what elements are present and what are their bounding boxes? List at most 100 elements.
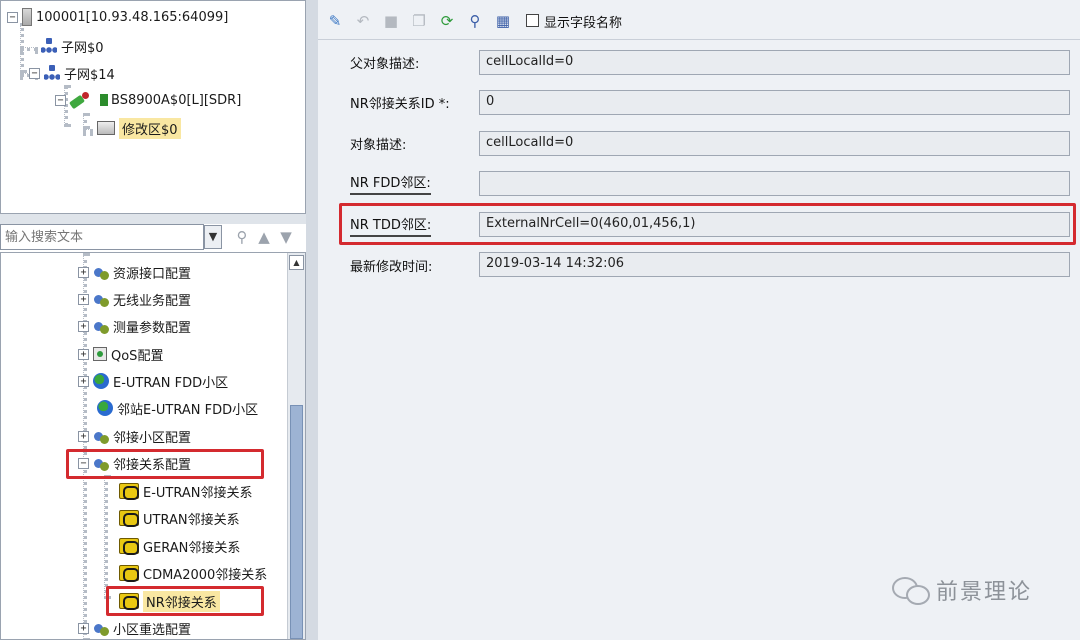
config-tree-scrollbar[interactable]: ▲	[287, 253, 305, 639]
copy-icon[interactable]: ❐	[410, 12, 428, 30]
undo-icon[interactable]: ↶	[354, 12, 372, 30]
form-icon	[97, 121, 115, 135]
neighbor-relation-icon	[119, 538, 139, 555]
neighbor-relation-icon	[119, 483, 139, 500]
nr-fdd-label: NR FDD邻区:	[350, 172, 431, 195]
base-station-icon	[70, 92, 96, 108]
tree-node-label: BS8900A$0[L][SDR]	[111, 92, 242, 108]
tree-item-label: QoS配置	[111, 348, 164, 364]
collapse-icon[interactable]: −	[55, 94, 66, 106]
refresh-icon[interactable]: ⟳	[438, 12, 456, 30]
server-icon	[22, 8, 32, 26]
expand-icon[interactable]: +	[78, 320, 89, 332]
edit-icon[interactable]: ✎	[326, 12, 344, 30]
tree-item-label: 无线业务配置	[113, 293, 192, 309]
status-flag-icon	[100, 94, 108, 106]
arrow-up-icon[interactable]: ▲	[254, 226, 274, 248]
config-icon	[93, 264, 109, 280]
watermark: 前景理论	[892, 574, 1032, 606]
config-icon	[93, 620, 109, 636]
qos-icon	[93, 347, 107, 361]
expand-icon[interactable]: +	[78, 348, 89, 360]
neighbor-relation-icon	[119, 510, 139, 527]
globe-icon	[97, 400, 113, 416]
nr-fdd-field[interactable]	[479, 171, 1070, 196]
tree-node-label: 子网$0	[61, 40, 104, 56]
last-modified-field[interactable]: 2019-03-14 14:32:06	[479, 252, 1070, 277]
network-icon	[41, 38, 57, 54]
globe-icon	[93, 373, 109, 389]
tree-item-label: CDMA2000邻接关系	[143, 567, 268, 583]
search-input[interactable]	[0, 224, 204, 250]
show-field-names-label: 显示字段名称	[544, 16, 623, 31]
tree-item-resource-interface[interactable]: + 资源接口配置	[78, 259, 191, 285]
tree-item-neighbor-eutran-fdd-cell[interactable]: 邻站E-UTRAN FDD小区	[97, 395, 258, 421]
tree-item-label: 小区重选配置	[113, 622, 192, 638]
object-desc-field[interactable]: cellLocalId=0	[479, 131, 1070, 156]
tree-node-root[interactable]: − 100001[10.93.48.165:64099]	[7, 6, 228, 28]
tree-node-label-selected: 修改区$0	[119, 117, 181, 139]
search-dropdown-button[interactable]: ▼	[204, 225, 222, 249]
last-modified-label: 最新修改时间:	[350, 260, 433, 275]
tree-item-neighbor-cell-config[interactable]: + 邻接小区配置	[78, 423, 191, 449]
tree-node-modify-area[interactable]: 修改区$0	[97, 117, 181, 139]
tree-item-eutran-relation[interactable]: E-UTRAN邻接关系	[119, 478, 253, 504]
panel-splitter[interactable]	[306, 0, 318, 640]
tree-item-label: GERAN邻接关系	[143, 540, 241, 556]
highlight-box-nr-tdd	[339, 203, 1076, 245]
collapse-icon[interactable]: −	[29, 67, 40, 79]
scrollbar-thumb[interactable]	[290, 405, 303, 639]
object-desc-label: 对象描述:	[350, 138, 407, 153]
binoculars-icon[interactable]: ⚲	[232, 226, 252, 248]
tree-node-subnet-0[interactable]: 子网$0	[41, 35, 104, 57]
tree-item-qos[interactable]: + QoS配置	[78, 341, 163, 367]
tree-item-cdma2000-relation[interactable]: CDMA2000邻接关系	[119, 560, 267, 586]
calendar-icon[interactable]: ▦	[494, 12, 512, 30]
tree-item-label: 测量参数配置	[113, 320, 192, 336]
tree-node-label: 子网$14	[64, 67, 115, 83]
arrow-down-icon[interactable]: ▼	[276, 226, 296, 248]
parent-desc-label: 父对象描述:	[350, 57, 420, 72]
tree-item-label: 邻站E-UTRAN FDD小区	[117, 402, 259, 418]
tree-item-label: UTRAN邻接关系	[143, 512, 240, 528]
watermark-text: 前景理论	[936, 580, 1033, 605]
save-icon[interactable]: ■	[382, 12, 400, 30]
expand-icon[interactable]: +	[78, 622, 89, 634]
expand-icon[interactable]: +	[78, 293, 89, 305]
tree-item-label: E-UTRAN FDD小区	[113, 375, 229, 391]
tree-node-base-station[interactable]: − BS8900A$0[L][SDR]	[55, 89, 241, 111]
config-icon	[93, 318, 109, 334]
scroll-up-icon[interactable]: ▲	[289, 255, 304, 270]
wechat-icon	[892, 575, 930, 605]
nr-relation-id-label: NR邻接关系ID *:	[350, 97, 450, 112]
tree-item-label: 邻接小区配置	[113, 430, 192, 446]
search-icon[interactable]: ⚲	[466, 12, 484, 30]
network-icon	[44, 65, 60, 81]
tree-item-eutran-fdd-cell[interactable]: + E-UTRAN FDD小区	[78, 368, 228, 394]
pane-divider[interactable]	[0, 214, 306, 224]
expand-icon[interactable]: +	[78, 430, 89, 442]
tree-item-geran-relation[interactable]: GERAN邻接关系	[119, 533, 240, 559]
collapse-icon[interactable]: −	[7, 11, 18, 23]
toolbar	[318, 0, 1080, 40]
expand-icon[interactable]: +	[78, 266, 89, 278]
neighbor-relation-icon	[119, 565, 139, 582]
property-form	[318, 40, 1080, 640]
config-tree-panel: + 资源接口配置 + 无线业务配置 + 测量参数配置 + QoS配置 + E-U…	[0, 252, 306, 640]
highlight-box-relation-config	[66, 449, 264, 479]
parent-desc-field[interactable]: cellLocalId=0	[479, 50, 1070, 75]
tree-item-measurement-params[interactable]: + 测量参数配置	[78, 313, 191, 339]
tree-item-wireless-service[interactable]: + 无线业务配置	[78, 286, 191, 312]
tree-node-subnet-14[interactable]: − 子网$14	[29, 62, 115, 84]
network-tree-panel: − 100001[10.93.48.165:64099] 子网$0 − 子网$1…	[0, 0, 306, 214]
tree-node-label: 100001[10.93.48.165:64099]	[36, 9, 229, 25]
tree-item-utran-relation[interactable]: UTRAN邻接关系	[119, 505, 240, 531]
expand-icon[interactable]: +	[78, 375, 89, 387]
nr-relation-id-field[interactable]: 0	[479, 90, 1070, 115]
config-icon	[93, 428, 109, 444]
show-field-names-checkbox[interactable]	[526, 14, 539, 27]
tree-item-label: E-UTRAN邻接关系	[143, 485, 253, 501]
highlight-box-nr-relation	[106, 586, 264, 616]
config-icon	[93, 291, 109, 307]
tree-item-cell-reselection[interactable]: + 小区重选配置	[78, 615, 192, 639]
